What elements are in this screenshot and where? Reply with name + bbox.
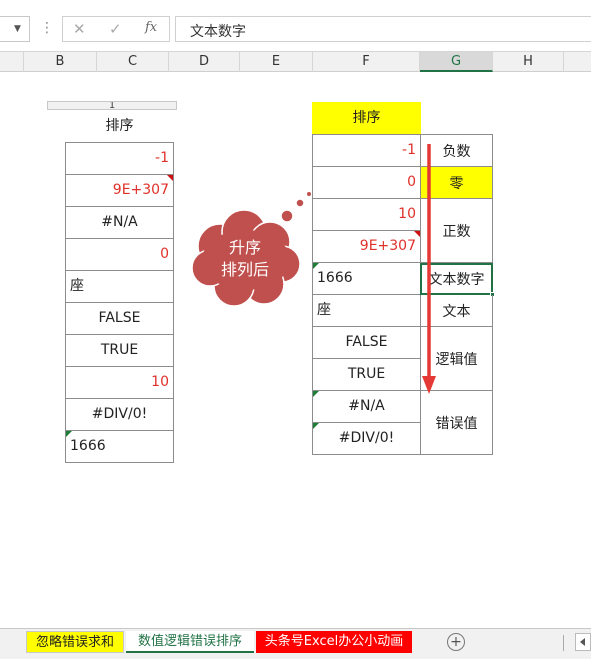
error-indicator <box>66 431 72 437</box>
right-table-header[interactable]: 排序 <box>312 102 421 134</box>
left-cell[interactable]: 9E+307 <box>65 175 174 207</box>
right-cell[interactable]: -1 <box>312 135 421 167</box>
column-header-bar: B C D E F G H <box>0 52 591 72</box>
left-cell[interactable]: -1 <box>65 143 174 175</box>
formula-buttons: ✕ ✓ fx <box>62 16 170 42</box>
sheet-tab-active[interactable]: 数值逻辑错误排序 <box>126 631 254 653</box>
right-cell[interactable]: TRUE <box>312 359 421 391</box>
left-cell[interactable]: 座 <box>65 271 174 303</box>
column-header-h[interactable]: H <box>493 52 564 72</box>
right-cell[interactable]: 1666 <box>312 263 421 295</box>
comment-indicator <box>167 175 173 181</box>
left-table-header: 排序 <box>105 118 134 134</box>
left-cell[interactable]: TRUE <box>65 335 174 367</box>
right-cell[interactable]: 10 <box>312 199 421 231</box>
column-header-c[interactable]: C <box>97 52 169 72</box>
enter-icon[interactable]: ✓ <box>109 20 122 38</box>
sheet-tab[interactable]: 头条号Excel办公小动画 <box>256 631 412 653</box>
column-header-f[interactable]: F <box>313 52 420 72</box>
scroll-left-button[interactable] <box>575 633 591 651</box>
right-cell[interactable]: #DIV/0! <box>312 423 421 455</box>
row-header-fragment: 1 <box>47 101 177 110</box>
sheet-tab[interactable]: 忽略错误求和 <box>26 631 124 653</box>
category-cell[interactable]: 错误值 <box>420 391 493 455</box>
error-indicator <box>313 263 319 269</box>
insert-function-icon[interactable]: fx <box>145 20 157 35</box>
right-cell[interactable]: FALSE <box>312 327 421 359</box>
left-cell[interactable]: 1666 <box>65 431 174 463</box>
name-box[interactable]: ▼ <box>0 16 30 42</box>
triangle-left-icon <box>580 638 585 646</box>
error-indicator <box>313 423 319 429</box>
cancel-icon[interactable]: ✕ <box>73 20 86 38</box>
callout-text-line1: 升序 <box>228 238 261 257</box>
add-sheet-icon[interactable]: + <box>447 633 465 651</box>
sheet-tab-bar: 忽略错误求和 数值逻辑错误排序 头条号Excel办公小动画 + <box>0 628 591 659</box>
right-cell[interactable]: 9E+307 <box>312 231 421 263</box>
column-header-next[interactable] <box>564 52 591 72</box>
left-cell[interactable]: #DIV/0! <box>65 399 174 431</box>
chevron-down-icon[interactable]: ▼ <box>14 24 21 34</box>
column-header-d[interactable]: D <box>169 52 240 72</box>
corner-cell[interactable] <box>0 52 24 72</box>
column-header-g[interactable]: G <box>420 52 493 72</box>
formula-bar: ▼ ⋮ ✕ ✓ fx 文本数字 <box>0 0 591 52</box>
callout-text-line2: 排列后 <box>220 260 269 279</box>
left-cell[interactable]: 0 <box>65 239 174 271</box>
formula-input[interactable]: 文本数字 <box>175 16 591 42</box>
right-cell[interactable]: 0 <box>312 167 421 199</box>
column-header-e[interactable]: E <box>240 52 313 72</box>
more-options-icon[interactable]: ⋮ <box>40 20 54 36</box>
left-cell[interactable]: FALSE <box>65 303 174 335</box>
column-header-b[interactable]: B <box>24 52 97 72</box>
right-cell[interactable]: 座 <box>312 295 421 327</box>
right-cell[interactable]: #N/A <box>312 391 421 423</box>
formula-content: 文本数字 <box>190 24 246 40</box>
tab-divider <box>563 635 564 651</box>
error-indicator <box>313 391 319 397</box>
left-cell[interactable]: 10 <box>65 367 174 399</box>
left-cell[interactable]: #N/A <box>65 207 174 239</box>
sort-arrow-icon <box>422 144 436 394</box>
